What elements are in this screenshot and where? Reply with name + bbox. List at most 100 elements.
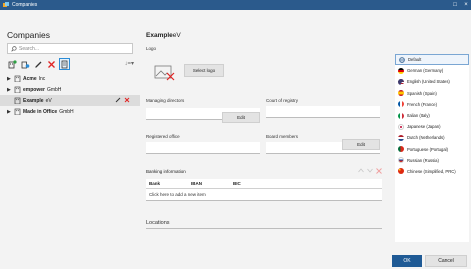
company-legal-form: eV (45, 97, 52, 104)
language-item-default[interactable]: Default (395, 54, 469, 66)
language-label: English (United States) (407, 79, 450, 85)
registered-office-label: Registered office (146, 134, 180, 139)
add-company-icon (8, 59, 17, 68)
managing-directors-label: Managing directors (146, 98, 185, 103)
tree-item-example[interactable]: Example eV (0, 95, 140, 106)
company-detail-panel: ExampleeV Logo Select logo Managing dire… (140, 10, 392, 269)
delete-icon[interactable] (124, 97, 130, 103)
flag-japan-icon (398, 123, 404, 130)
company-name: empower (23, 86, 45, 93)
cancel-button[interactable]: Cancel (425, 255, 467, 267)
logo-label: Logo (146, 46, 157, 51)
language-panel: Default German (Germany) English (United… (392, 10, 471, 269)
language-item-italian[interactable]: Italian (Italy) (395, 110, 469, 121)
title-bar: Companies □ × (0, 0, 471, 10)
flag-italy-icon (398, 112, 404, 119)
language-label: Spanish (Spain) (407, 90, 437, 96)
company-legal-form: GmbH (46, 86, 62, 93)
board-members-edit-button[interactable]: Edit (342, 139, 380, 150)
language-label: Italian (Italy) (407, 113, 430, 119)
managing-directors-edit-button[interactable]: Edit (222, 112, 260, 123)
company-legal-form: GmbH (59, 108, 74, 115)
add-new-row[interactable]: Click here to add a new item (146, 189, 382, 200)
company-name: Example (23, 97, 44, 104)
expand-caret-icon[interactable]: ▶ (7, 109, 13, 115)
delete-icon (48, 60, 55, 68)
bank-table-header: Bank IBAN BIC (146, 179, 382, 189)
tree-item-empower[interactable]: ▶ empower GmbH (0, 84, 140, 95)
properties-button[interactable] (59, 58, 70, 70)
delete-company-button[interactable] (46, 58, 57, 70)
language-item-japanese[interactable]: Japanese (Japan) (395, 121, 469, 132)
language-item-dutch[interactable]: Dutch (Netherlands) (395, 132, 469, 143)
column-iban[interactable]: IBAN (191, 181, 202, 186)
language-label: Russian (Russia) (407, 157, 439, 163)
language-item-english[interactable]: English (United States) (395, 76, 469, 87)
language-label: Chinese (Simplified, PRC) (407, 168, 456, 174)
building-icon (14, 97, 21, 104)
flag-germany-icon (398, 67, 404, 74)
building-icon (14, 108, 21, 115)
language-label: French (France) (407, 101, 438, 107)
language-item-spanish[interactable]: Spanish (Spain) (395, 88, 469, 99)
company-title-suffix: eV (172, 32, 181, 39)
building-icon (14, 86, 21, 93)
company-name: Made in Office (23, 108, 58, 115)
edit-icon (35, 61, 42, 68)
locations-label: Locations (146, 220, 382, 229)
app-icon (3, 2, 9, 7)
language-item-german[interactable]: German (Germany) (395, 65, 469, 76)
close-window-button[interactable]: × (461, 0, 471, 10)
flag-us-icon (398, 78, 404, 85)
copy-icon (21, 61, 30, 68)
page-title: ExampleeV (146, 32, 181, 39)
search-icon (11, 45, 17, 52)
column-bic[interactable]: BIC (233, 181, 241, 186)
chevron-down-icon[interactable] (367, 168, 373, 173)
no-image-icon (154, 65, 175, 81)
language-item-portuguese[interactable]: Portuguese (Portugal) (395, 144, 469, 155)
flag-france-icon (398, 101, 404, 108)
bank-table: Bank IBAN BIC Click here to add a new it… (146, 179, 382, 201)
language-label: German (Germany) (407, 68, 444, 74)
delete-row-icon[interactable] (376, 168, 382, 174)
expand-caret-icon[interactable]: ▶ (7, 87, 13, 93)
globe-icon (399, 56, 405, 63)
banking-actions (358, 168, 382, 174)
edit-company-button[interactable] (33, 58, 44, 70)
ok-button[interactable]: OK (392, 255, 422, 267)
court-of-registry-label: Court of registry (266, 98, 299, 103)
company-tree: ▶ Acme Inc ▶ empower GmbH Example eV ▶ M… (0, 73, 140, 117)
list-toolbar: ↓=▾ (7, 58, 134, 71)
flag-portugal-icon (398, 146, 404, 153)
court-of-registry-field[interactable] (266, 106, 380, 118)
flag-china-icon (398, 168, 404, 175)
language-item-russian[interactable]: Russian (Russia) (395, 155, 469, 166)
edit-icon[interactable] (115, 97, 121, 103)
language-item-chinese[interactable]: Chinese (Simplified, PRC) (395, 166, 469, 177)
expand-caret-icon[interactable]: ▶ (7, 76, 13, 82)
language-item-french[interactable]: French (France) (395, 99, 469, 110)
registered-office-field[interactable] (146, 142, 260, 154)
sort-button[interactable]: ↓=▾ (124, 60, 134, 67)
search-input[interactable]: Search... (7, 43, 133, 54)
building-icon (14, 75, 21, 82)
tree-item-acme[interactable]: ▶ Acme Inc (0, 73, 140, 84)
add-company-button[interactable] (7, 58, 18, 70)
restore-button[interactable]: □ (450, 0, 460, 10)
board-members-label: Board members (266, 134, 299, 139)
select-logo-button[interactable]: Select logo (184, 64, 224, 77)
banking-label: Banking information (146, 169, 186, 174)
search-placeholder: Search... (19, 45, 40, 52)
language-label: Default (408, 57, 422, 63)
tree-item-made-in-office[interactable]: ▶ Made in Office GmbH (0, 106, 140, 117)
company-title-name: Example (146, 32, 173, 39)
chevron-up-icon[interactable] (358, 168, 364, 173)
copy-company-button[interactable] (20, 58, 31, 70)
flag-spain-icon (398, 90, 404, 97)
language-label: Portuguese (Portugal) (407, 146, 448, 152)
column-bank[interactable]: Bank (149, 181, 160, 186)
language-list: Default German (Germany) English (United… (395, 54, 469, 242)
row-actions (115, 97, 130, 103)
language-label: Japanese (Japan) (407, 124, 441, 130)
